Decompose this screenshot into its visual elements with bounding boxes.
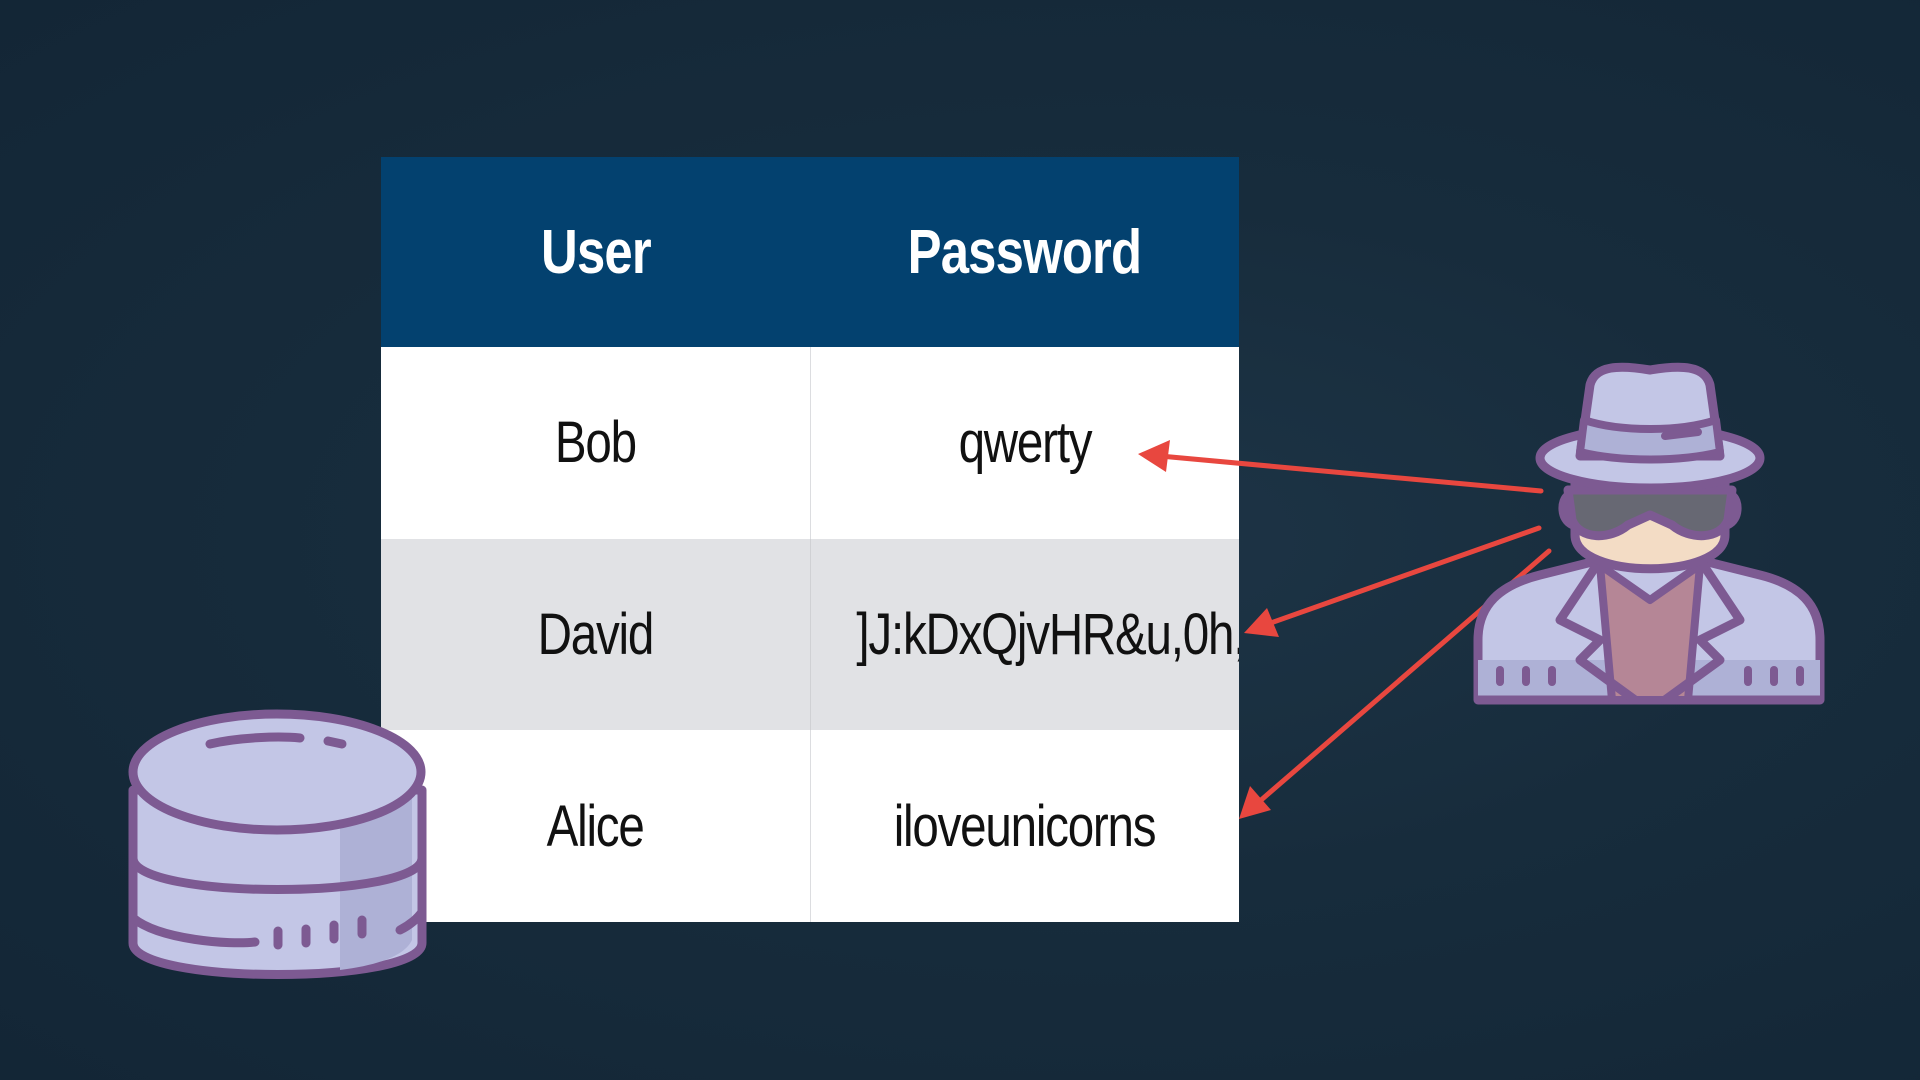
column-header-user-label: User: [540, 217, 652, 287]
user-name: David: [537, 601, 655, 667]
table-row: Alice iloveunicorns: [381, 730, 1239, 922]
database-icon: [128, 709, 427, 979]
table-header-row: User Password: [381, 157, 1239, 347]
column-header-password-label: Password: [907, 217, 1142, 287]
user-name: Alice: [546, 793, 645, 859]
table-cell-password: iloveunicorns: [810, 730, 1239, 922]
password-value: ]J:kDxQjvHR&u,0h,6: [855, 601, 1239, 667]
table-row: David ]J:kDxQjvHR&u,0h,6: [381, 538, 1239, 731]
column-header-password: Password: [810, 157, 1239, 347]
password-table: User Password Bob qwerty David ]J:kDxQjv…: [381, 157, 1239, 922]
arrow-to-strong-password: [1244, 525, 1542, 637]
user-name: Bob: [554, 410, 637, 476]
hacker-spy-icon: [1473, 362, 1825, 705]
password-value: iloveunicorns: [893, 793, 1157, 859]
diagram-stage: User Password Bob qwerty David ]J:kDxQjv…: [0, 0, 1920, 1080]
table-row: Bob qwerty: [381, 347, 1239, 539]
table-cell-user: Alice: [381, 730, 811, 922]
table-cell-password: qwerty: [810, 347, 1239, 539]
password-value: qwerty: [958, 410, 1092, 476]
table-cell-password: ]J:kDxQjvHR&u,0h,6: [810, 538, 1239, 731]
table-cell-user: David: [381, 538, 811, 731]
column-header-user: User: [381, 157, 810, 347]
arrow-to-iloveunicorns: [1239, 548, 1552, 819]
table-cell-user: Bob: [381, 347, 811, 539]
